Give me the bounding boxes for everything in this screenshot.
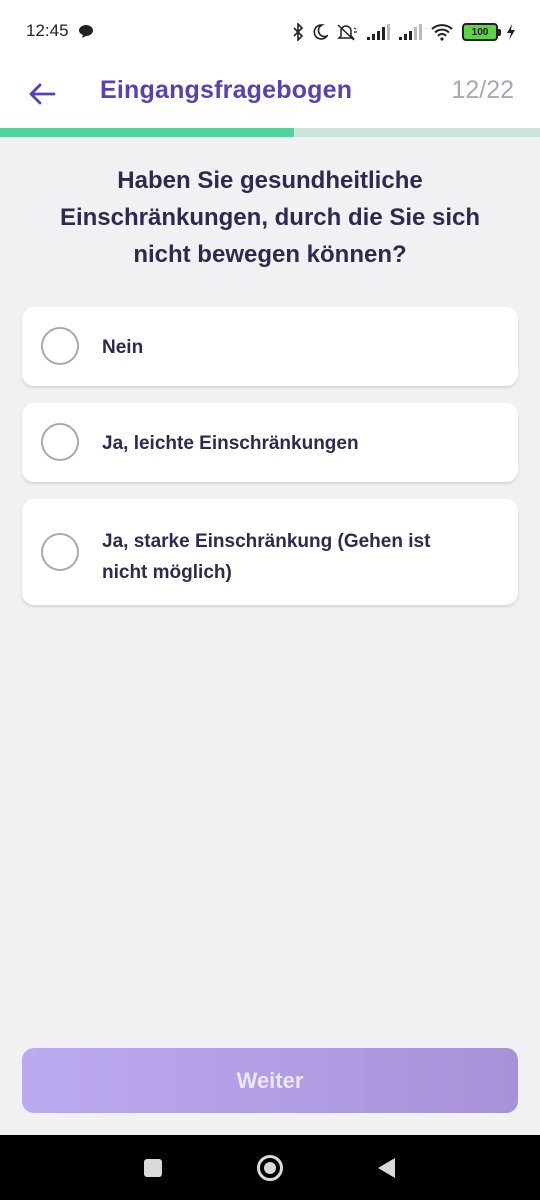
moon-icon (313, 24, 328, 40)
signal-icon (367, 24, 390, 40)
answer-option-label: Ja, leichte Einschränkungen (102, 433, 359, 454)
answer-option-starke-einschraenkung[interactable]: Ja, starke Einschränkung (Gehen ist nich… (22, 499, 518, 605)
chat-bubble-icon (79, 25, 93, 38)
bluetooth-icon (293, 23, 304, 41)
status-time: 12:45 (26, 21, 69, 40)
signal-icon (399, 24, 422, 40)
home-circle-icon (257, 1155, 283, 1181)
progress-bar (0, 128, 540, 137)
status-bar: 12:45 100 (0, 0, 540, 62)
wifi-icon (431, 24, 453, 41)
continue-button[interactable]: Weiter (22, 1048, 518, 1113)
continue-button-label: Weiter (236, 1067, 304, 1093)
answer-option-leichte-einschraenkungen[interactable]: Ja, leichte Einschränkungen (22, 403, 518, 482)
back-triangle-icon (378, 1158, 395, 1178)
arrow-left-icon (29, 83, 56, 105)
mute-icon (337, 24, 357, 41)
answer-option-nein[interactable]: Nein (22, 307, 518, 386)
radio-button[interactable] (41, 327, 79, 365)
system-nav-bar (0, 1135, 540, 1200)
recents-button[interactable] (136, 1151, 170, 1185)
recents-square-icon (144, 1159, 162, 1177)
answer-option-label: Ja, starke Einschränkung (Gehen ist nich… (102, 531, 431, 583)
page-title: Eingangsfragebogen (100, 76, 353, 104)
answer-option-label: Nein (102, 337, 144, 358)
radio-button[interactable] (41, 533, 79, 571)
question-text: Haben Sie gesundheitliche Einschränkunge… (59, 167, 481, 268)
radio-button[interactable] (41, 423, 79, 461)
home-button[interactable] (253, 1151, 287, 1185)
app-header: Eingangsfragebogen 12/22 (0, 62, 540, 128)
charging-icon (507, 24, 515, 40)
question-counter: 12/22 (451, 76, 514, 104)
battery-level: 100 (471, 26, 489, 38)
back-button[interactable] (22, 74, 62, 114)
progress-bar-fill (0, 128, 295, 137)
system-back-button[interactable] (370, 1151, 404, 1185)
battery-icon: 100 (462, 23, 501, 41)
